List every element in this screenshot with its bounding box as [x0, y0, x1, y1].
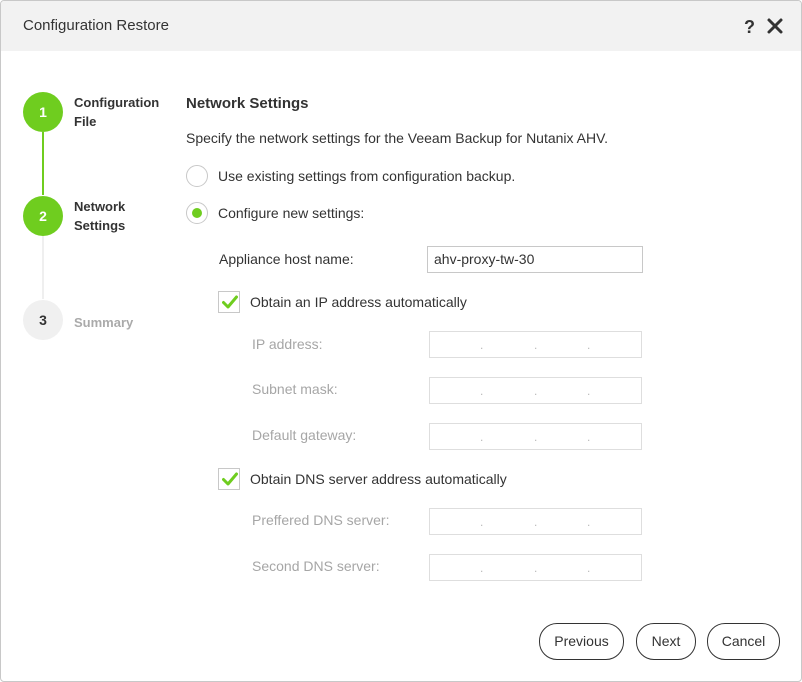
checkmark-icon [222, 472, 238, 486]
step-3-label: Summary [74, 313, 174, 332]
second-dns-input[interactable]: ... [429, 554, 642, 581]
step-1-circle: 1 [23, 92, 63, 132]
step-1-label: Configuration File [74, 93, 174, 131]
step-2-label-line2: Settings [74, 218, 126, 233]
obtain-ip-label[interactable]: Obtain an IP address automatically [250, 294, 467, 310]
configuration-restore-dialog: Configuration Restore ? 1 Configuration … [0, 0, 802, 682]
radio-selected-dot [192, 208, 202, 218]
ip-address-input[interactable]: ... [429, 331, 642, 358]
window-title: Configuration Restore [23, 17, 169, 34]
step-connector [42, 236, 44, 299]
cancel-button[interactable]: Cancel [707, 623, 780, 660]
default-gateway-label: Default gateway: [252, 427, 357, 443]
configure-new-radio[interactable] [186, 202, 208, 224]
close-icon[interactable] [765, 16, 785, 36]
second-dns-label: Second DNS server: [252, 558, 380, 574]
step-2-label-line1: Network [74, 199, 126, 214]
subnet-mask-label: Subnet mask: [252, 381, 338, 397]
default-gateway-input[interactable]: ... [429, 423, 642, 450]
step-2-label: Network Settings [74, 197, 174, 235]
previous-button[interactable]: Previous [539, 623, 624, 660]
checkmark-icon [222, 295, 238, 309]
ip-address-label: IP address: [252, 336, 323, 352]
step-connector [42, 132, 44, 195]
page-heading: Network Settings [186, 95, 309, 112]
step-1-label-line1: Configuration [74, 95, 160, 110]
page-description: Specify the network settings for the Vee… [186, 130, 609, 146]
help-icon[interactable]: ? [744, 17, 755, 37]
step-2-circle: 2 [23, 196, 63, 236]
preferred-dns-label: Preffered DNS server: [252, 512, 390, 528]
obtain-ip-checkbox[interactable] [218, 291, 240, 313]
step-3-circle: 3 [23, 300, 63, 340]
use-existing-label[interactable]: Use existing settings from configuration… [218, 168, 515, 184]
obtain-dns-label[interactable]: Obtain DNS server address automatically [250, 471, 507, 487]
host-name-label: Appliance host name: [219, 251, 354, 267]
use-existing-radio[interactable] [186, 165, 208, 187]
next-button[interactable]: Next [636, 623, 696, 660]
host-name-input[interactable]: ahv-proxy-tw-30 [427, 246, 643, 273]
configure-new-label[interactable]: Configure new settings: [218, 205, 364, 221]
preferred-dns-input[interactable]: ... [429, 508, 642, 535]
title-bar: Configuration Restore ? [1, 1, 801, 51]
subnet-mask-input[interactable]: ... [429, 377, 642, 404]
step-1-label-line2: File [74, 114, 97, 129]
step-3-label-line1: Summary [74, 315, 134, 330]
obtain-dns-checkbox[interactable] [218, 468, 240, 490]
